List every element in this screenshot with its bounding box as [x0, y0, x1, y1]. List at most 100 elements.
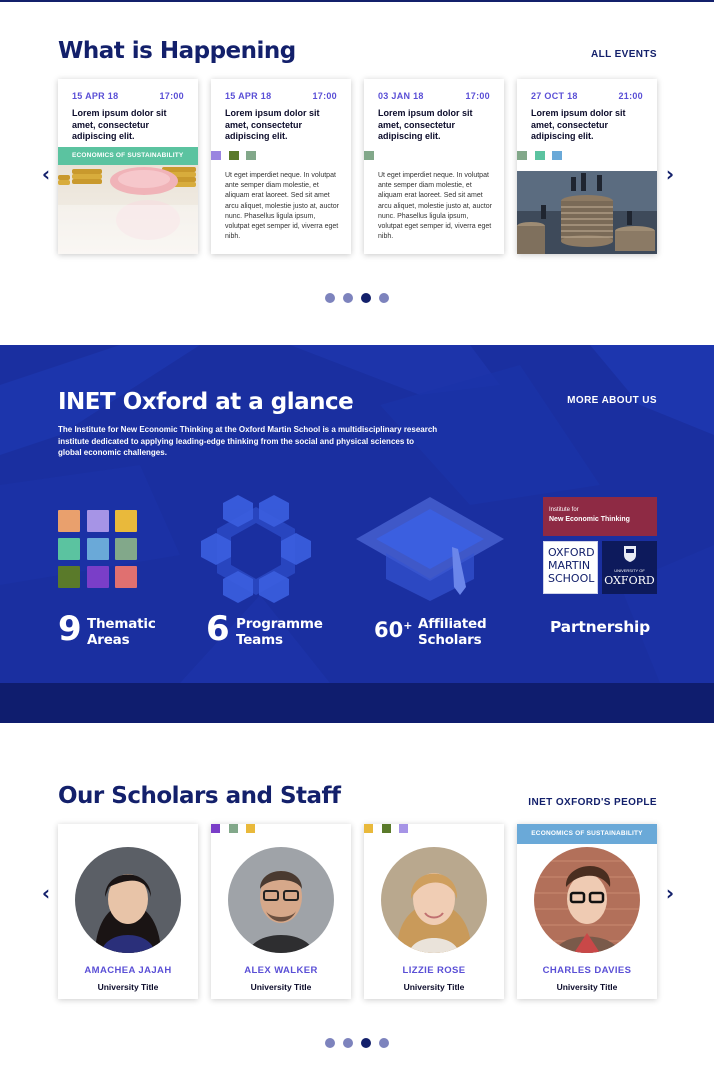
stat-label-partnership: Partnership [549, 618, 651, 636]
event-date: 27 OCT 18 [531, 91, 578, 101]
glance-description: The Institute for New Economic Thinking … [58, 425, 438, 457]
event-image-coins-piggybank [58, 165, 198, 254]
event-description: Ut eget imperdiet neque. In volutpat ant… [225, 172, 340, 241]
events-prev-chevron-left-icon[interactable]: ‹ [38, 164, 54, 184]
event-card[interactable]: 03 JAN 18 17:00 Lorem ipsum dolor sit ame… [364, 79, 504, 254]
theme-square [246, 151, 256, 160]
theme-square [364, 151, 374, 160]
theme-square [229, 151, 239, 160]
stat-label-line: Scholars [418, 632, 482, 648]
programme-teams-hexagon-icon [201, 495, 311, 603]
theme-square [211, 824, 220, 833]
people-next-chevron-right-icon[interactable]: › [662, 883, 678, 903]
inet-logo-line1: Institute for [549, 507, 579, 513]
theme-square [535, 151, 545, 160]
theme-square [382, 824, 391, 833]
all-events-link[interactable]: ALL EVENTS [591, 49, 657, 60]
pagination-dot[interactable] [325, 1038, 335, 1048]
avatar [75, 847, 181, 953]
event-title: Lorem ipsum dolor sit amet, consectetur … [378, 108, 473, 141]
inet-logo: Institute for New Economic Thinking [543, 497, 657, 536]
inet-logo-line2: New Economic Thinking [549, 516, 630, 523]
pagination-dot[interactable] [379, 1038, 389, 1048]
theme-square [211, 151, 221, 160]
people-pagination [0, 1035, 714, 1048]
person-name[interactable]: LIZZIE ROSE [364, 965, 504, 976]
event-tag[interactable]: ECONOMICS OF SUSTAINABILITY [58, 147, 198, 165]
person-title: University Title [97, 982, 159, 992]
avatar [381, 847, 487, 953]
event-time: 17:00 [465, 91, 490, 101]
theme-square [364, 824, 373, 833]
event-title: Lorem ipsum dolor sit amet, consectetur … [225, 108, 320, 141]
oms-line1: OXFORD [548, 546, 595, 559]
stat-number-thematic: 9 [58, 609, 82, 649]
avatar [228, 847, 334, 953]
theme-square [517, 151, 527, 160]
pagination-dot[interactable] [343, 293, 353, 303]
theme-square [552, 151, 562, 160]
person-title: University Title [556, 982, 618, 992]
person-card[interactable]: ALEX WALKER University Title [211, 824, 351, 999]
event-time: 21:00 [618, 91, 643, 101]
section-title-happening: What is Happening [58, 38, 296, 64]
stat-sup: + [403, 619, 413, 632]
event-card[interactable]: 27 OCT 18 21:00 Lorem ipsum dolor sit ame… [517, 79, 657, 254]
person-name[interactable]: CHARLES DAVIES [517, 965, 657, 976]
pagination-dot[interactable] [343, 1038, 353, 1048]
stat-number-programme: 6 [206, 609, 230, 649]
person-title: University Title [403, 982, 465, 992]
person-tag[interactable]: ECONOMICS OF SUSTAINABILITY [517, 824, 657, 844]
pagination-dot[interactable] [325, 293, 335, 303]
pagination-dot-active[interactable] [361, 1038, 371, 1048]
affiliated-scholars-graduation-cap-icon [356, 497, 504, 601]
oms-line3: SCHOOL [548, 572, 595, 585]
event-date: 15 APR 18 [225, 91, 272, 101]
theme-square [399, 824, 408, 833]
pagination-dot-active[interactable] [361, 293, 371, 303]
more-about-us-link[interactable]: MORE ABOUT US [567, 395, 657, 406]
event-title: Lorem ipsum dolor sit amet, consectetur … [531, 108, 626, 141]
stat-label-programme: Programme Teams [236, 616, 323, 648]
uni-small-text: UNIVERSITY OF [614, 568, 645, 573]
stat-label-line: Teams [236, 632, 283, 648]
section-title-scholars: Our Scholars and Staff [58, 783, 341, 809]
theme-square [246, 824, 255, 833]
person-card[interactable]: AMACHEA JAJAH University Title [58, 824, 198, 999]
university-of-oxford-logo: UNIVERSITY OF OXFORD [602, 541, 657, 594]
person-name[interactable]: AMACHEA JAJAH [58, 965, 198, 976]
event-date: 03 JAN 18 [378, 91, 424, 101]
person-card[interactable]: ECONOMICS OF SUSTAINABILITY CHARLES DAVI… [517, 824, 657, 999]
glance-section: INET Oxford at a glance MORE ABOUT US Th… [0, 345, 714, 683]
stat-number: 60 [374, 618, 404, 642]
event-card[interactable]: 15 APR 18 17:00 Lorem ipsum dolor sit ame… [58, 79, 198, 254]
oms-line2: MARTIN [548, 559, 591, 572]
avatar [534, 847, 640, 953]
stat-label-line: Programme [236, 616, 323, 632]
oxford-martin-school-logo: OXFORD MARTIN SCHOOL [543, 541, 598, 594]
event-title: Lorem ipsum dolor sit amet, consectetur … [72, 108, 167, 141]
event-card[interactable]: 15 APR 18 17:00 Lorem ipsum dolor sit ame… [211, 79, 351, 254]
pagination-dot[interactable] [379, 293, 389, 303]
inet-people-link[interactable]: INET OXFORD'S PEOPLE [528, 797, 657, 808]
events-next-chevron-right-icon[interactable]: › [662, 164, 678, 184]
page: What is Happening ALL EVENTS ‹ › 15 APR … [0, 0, 714, 1078]
event-image-coin-stacks [517, 171, 657, 254]
events-pagination [0, 290, 714, 303]
stat-label-line: Thematic [87, 616, 156, 632]
person-name[interactable]: ALEX WALKER [211, 965, 351, 976]
person-card[interactable]: LIZZIE ROSE University Title [364, 824, 504, 999]
top-divider [0, 0, 714, 2]
people-prev-chevron-left-icon[interactable]: ‹ [38, 883, 54, 903]
event-date: 15 APR 18 [72, 91, 119, 101]
person-title: University Title [250, 982, 312, 992]
glance-section-footer-band [0, 683, 714, 723]
theme-square [229, 824, 238, 833]
oxford-crest-icon [624, 546, 636, 562]
stat-label-scholars: Affiliated Scholars [418, 616, 487, 648]
event-time: 17:00 [159, 91, 184, 101]
event-time: 17:00 [312, 91, 337, 101]
section-title-glance: INET Oxford at a glance [58, 389, 354, 415]
stat-label-thematic: Thematic Areas [87, 616, 156, 648]
stat-label-line: Affiliated [418, 616, 487, 632]
